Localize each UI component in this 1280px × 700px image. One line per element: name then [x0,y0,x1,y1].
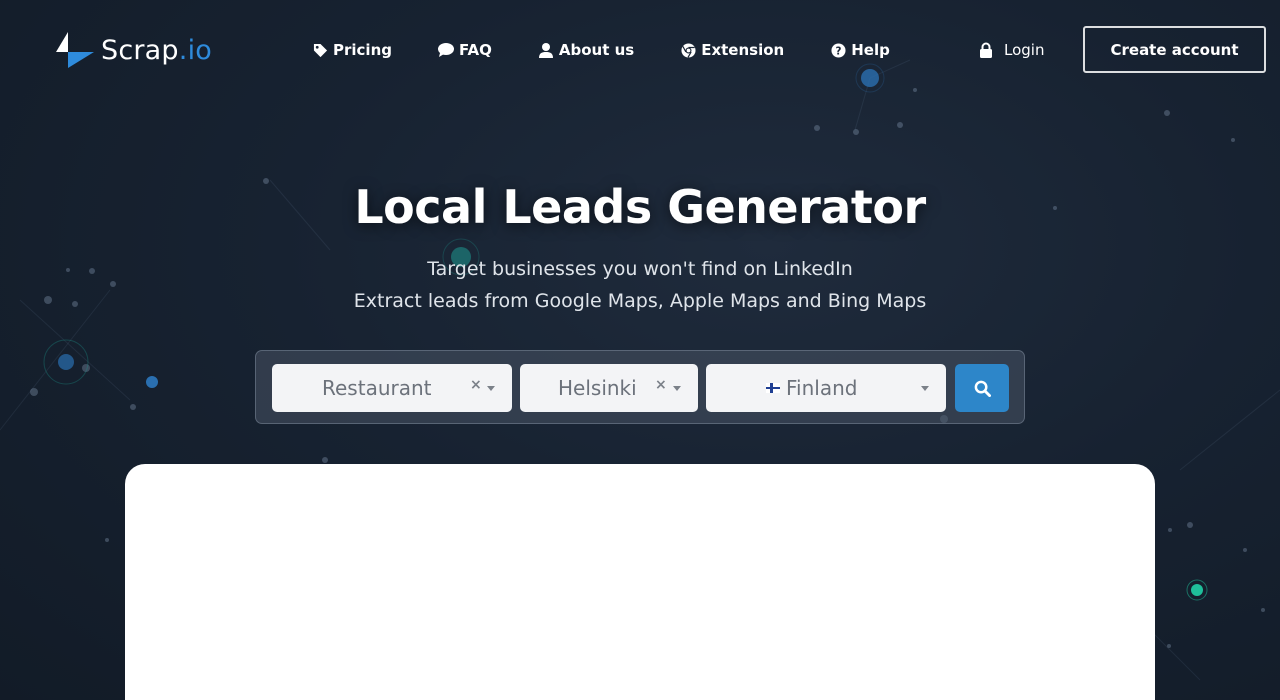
hero-subtitle-line1: Target businesses you won't find on Link… [427,258,853,280]
create-account-button[interactable]: Create account [1083,26,1266,73]
search-button[interactable] [955,364,1009,412]
results-card [125,464,1155,700]
nav-about-us[interactable]: About us [538,38,634,62]
login-label: Login [1004,41,1045,59]
city-select[interactable]: Helsinki × [520,364,698,412]
city-clear-button[interactable]: × [655,377,667,393]
nav-pricing[interactable]: Pricing [312,38,392,62]
search-form: Restaurant × Helsinki × Finland [255,350,1025,424]
country-select[interactable]: Finland [706,364,946,412]
nav-faq[interactable]: FAQ [437,38,492,62]
chat-bubble-icon [437,42,454,58]
finland-flag-icon [766,383,780,393]
user-icon [538,42,554,58]
chrome-icon [680,42,696,58]
login-link[interactable]: Login [978,38,1044,62]
city-value: Helsinki [558,376,637,400]
chevron-down-icon[interactable] [487,386,495,391]
nav-extension-label: Extension [701,41,785,59]
main-nav: Pricing FAQ About us Extension ? Help [312,38,936,62]
nav-pricing-label: Pricing [333,41,392,59]
logo-mark-icon [56,32,94,68]
nav-help-label: Help [851,41,890,59]
question-circle-icon: ? [830,42,846,58]
lock-icon [980,42,992,58]
category-value: Restaurant [322,376,432,400]
nav-help[interactable]: ? Help [830,38,890,62]
chevron-down-icon[interactable] [921,386,929,391]
page-title: Local Leads Generator [354,180,926,234]
svg-text:?: ? [835,45,841,57]
hero-subtitle-line2: Extract leads from Google Maps, Apple Ma… [353,290,927,312]
category-clear-button[interactable]: × [470,377,482,393]
tag-icon [312,42,328,58]
country-value: Finland [786,376,858,400]
category-select[interactable]: Restaurant × [272,364,512,412]
brand-name-suffix: .io [178,34,212,66]
magnifier-icon [974,380,991,397]
brand-name-main: Scrap [101,34,179,66]
brand-name: Scrap.io [101,35,212,66]
chevron-down-icon[interactable] [673,386,681,391]
nav-faq-label: FAQ [458,41,492,59]
brand-logo[interactable]: Scrap.io [54,30,212,70]
nav-about-us-label: About us [558,41,635,59]
nav-extension[interactable]: Extension [680,38,784,62]
